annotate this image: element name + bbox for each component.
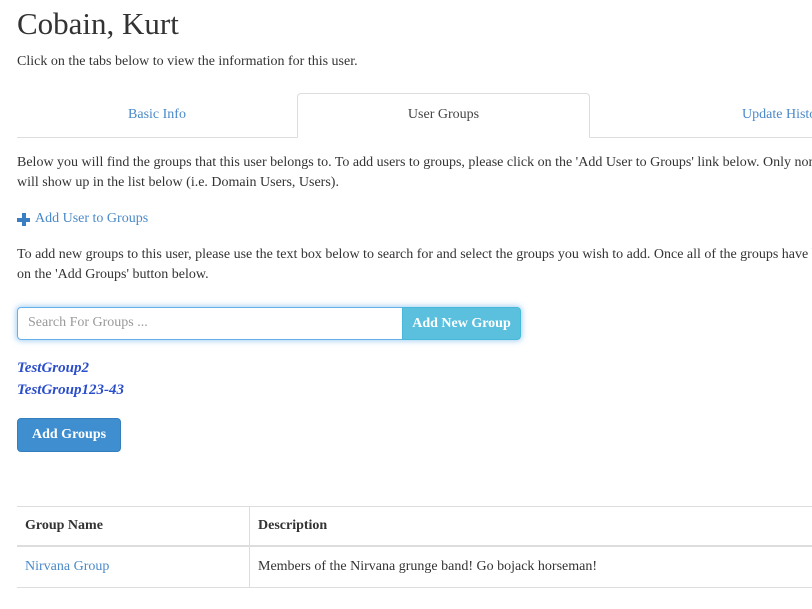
groups-description-text: Below you will find the groups that this… (17, 155, 812, 190)
plus-icon (17, 212, 30, 226)
tab-update-history-label: Update History (742, 107, 812, 122)
tab-bar: Basic Info User Groups Update History (17, 93, 812, 138)
column-header-description: Description (249, 505, 812, 547)
tab-user-groups-label: User Groups (407, 107, 480, 122)
selected-groups-list: TestGroup2 TestGroup123-43 (17, 357, 812, 401)
tab-update-history[interactable]: Update History (590, 93, 812, 138)
tab-user-groups[interactable]: User Groups (297, 93, 590, 138)
table-header-row: Group Name Description (17, 505, 812, 547)
add-user-to-groups-label: Add User to Groups (35, 211, 149, 226)
page-title: Cobain, Kurt (17, 6, 179, 41)
add-new-group-button[interactable]: Add New Group (402, 306, 521, 340)
search-groups-input[interactable] (17, 306, 402, 340)
list-item[interactable]: TestGroup123-43 (17, 379, 812, 401)
cell-group-name: Nirvana Group (17, 545, 250, 588)
page-intro-text: Click on the tabs below to view the info… (17, 54, 358, 69)
add-groups-button[interactable]: Add Groups (17, 417, 122, 452)
table-header: Group Name Description (17, 505, 812, 547)
table-body: Nirvana Group Members of the Nirvana gru… (17, 545, 812, 588)
user-detail-page: Cobain, Kurt Click on the tabs below to … (0, 0, 812, 588)
table-row: Nirvana Group Members of the Nirvana gru… (17, 545, 812, 588)
cell-description: Members of the Nirvana grunge band! Go b… (249, 545, 812, 588)
add-groups-description-text: To add new groups to this user, please u… (17, 246, 812, 282)
group-search-row: Add New Group (17, 306, 521, 340)
tab-basic-info[interactable]: Basic Info (17, 93, 297, 138)
column-header-group-name: Group Name (17, 505, 250, 547)
list-item[interactable]: TestGroup2 (17, 357, 812, 379)
tab-basic-info-label: Basic Info (128, 107, 186, 122)
group-name-link[interactable]: Nirvana Group (25, 559, 109, 574)
add-user-to-groups-link[interactable]: Add User to Groups (17, 210, 148, 228)
user-groups-table: Group Name Description Nirvana Group Mem… (17, 505, 812, 588)
